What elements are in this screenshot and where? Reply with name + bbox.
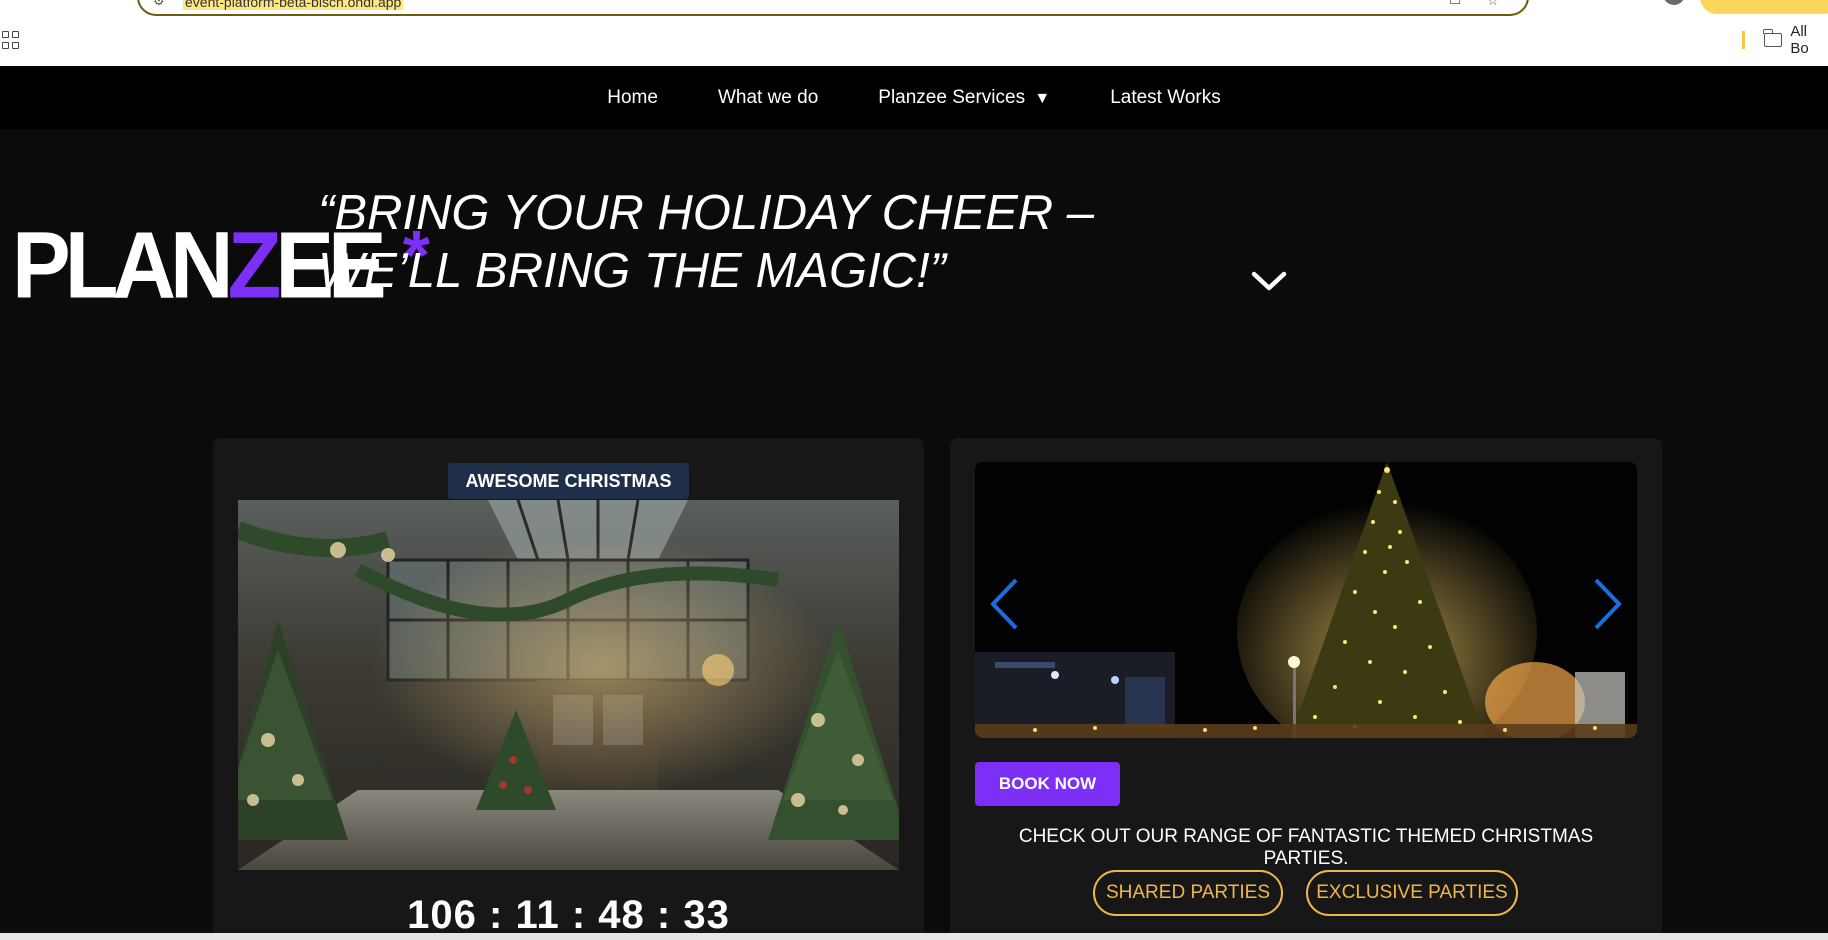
chevron-down-icon[interactable]	[1251, 269, 1287, 293]
apps-grid-icon[interactable]	[2, 31, 20, 49]
bookmark-star-icon[interactable]: ☆	[1487, 0, 1501, 8]
horizontal-scrollbar[interactable]	[0, 933, 1828, 940]
exclusive-parties-button[interactable]: EXCLUSIVE PARTIES	[1306, 870, 1518, 916]
address-bar-url[interactable]: event-platform-beta-bisch.ondi.app	[183, 0, 404, 10]
update-button[interactable]	[1700, 0, 1828, 14]
tagline-line-2: WE’LL BRING THE MAGIC!”	[318, 244, 947, 298]
christmas-tree-slide-image	[975, 462, 1637, 738]
carousel-next-arrow[interactable]	[1592, 576, 1624, 632]
promo-text: CHECK OUT OUR RANGE OF FANTASTIC THEMED …	[1018, 826, 1594, 869]
site-nav: Home What we do Planzee Services ▼ Lates…	[0, 66, 1828, 129]
address-bar[interactable]: ⚙ event-platform-beta-bisch.ondi.app ▭ ☆	[137, 0, 1529, 16]
nav-planzee-services[interactable]: Planzee Services ▼	[878, 87, 1050, 109]
christmas-hall-image	[238, 500, 899, 870]
folder-icon	[1763, 29, 1783, 47]
nav-latest-works[interactable]: Latest Works	[1110, 87, 1221, 109]
nav-planzee-services-label: Planzee Services	[878, 86, 1026, 108]
nav-home[interactable]: Home	[607, 87, 658, 109]
cast-icon[interactable]: ▭	[1449, 0, 1463, 8]
hero-tagline: “BRING YOUR HOLIDAY CHEER – WE’LL BRING …	[318, 184, 1094, 300]
nav-what-we-do[interactable]: What we do	[718, 87, 818, 109]
dropdown-caret-icon: ▼	[1034, 89, 1051, 107]
shared-parties-button[interactable]: SHARED PARTIES	[1093, 870, 1283, 916]
event-title-badge: AWESOME CHRISTMAS	[448, 463, 689, 499]
tagline-line-1: “BRING YOUR HOLIDAY CHEER –	[318, 186, 1095, 240]
browser-chrome: ⚙ event-platform-beta-bisch.ondi.app ▭ ☆…	[0, 0, 1828, 66]
all-bookmarks-label: All Bo	[1790, 23, 1809, 57]
profile-avatar[interactable]	[1663, 0, 1685, 5]
carousel-prev-arrow[interactable]	[988, 576, 1020, 632]
book-now-button[interactable]: BOOK NOW	[975, 762, 1120, 806]
all-bookmarks-folder[interactable]: All Bo	[1763, 23, 1828, 57]
event-countdown: 106 : 11 : 48 : 33	[407, 893, 730, 937]
site-info-icon[interactable]: ⚙	[153, 0, 167, 8]
bookmarks-separator	[1742, 31, 1745, 49]
